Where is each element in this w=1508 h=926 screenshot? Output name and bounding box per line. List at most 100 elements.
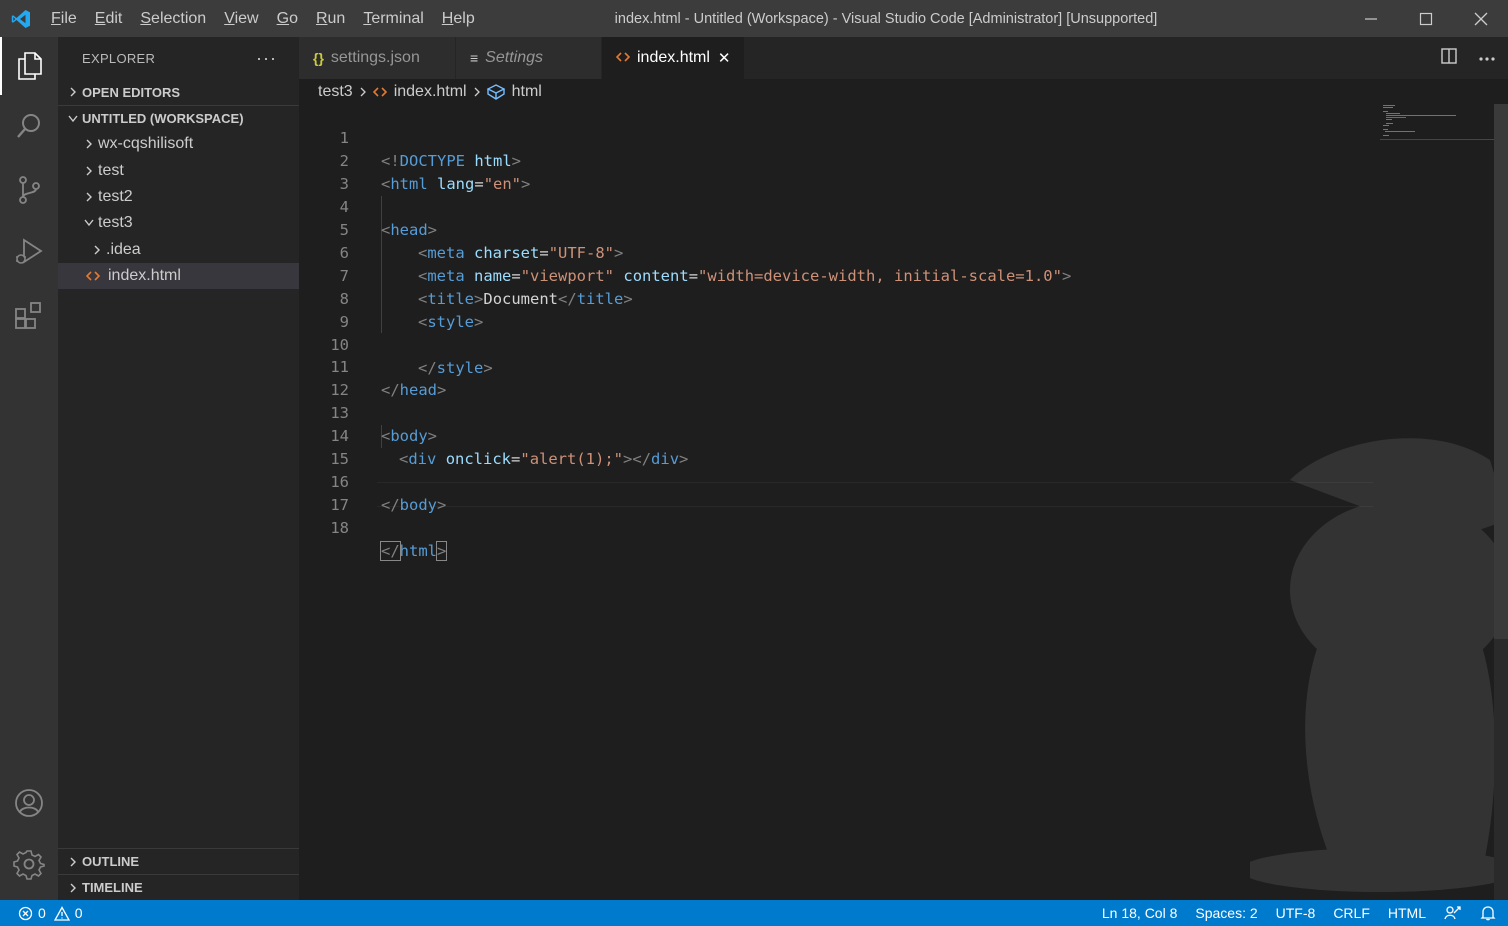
- code-line-16: 16 </body>: [330, 473, 447, 514]
- menu-edit[interactable]: Edit: [86, 0, 132, 37]
- chevron-right-icon: [64, 86, 82, 98]
- warning-icon: [53, 905, 70, 921]
- vscode-logo-icon: [0, 0, 42, 37]
- chevron-right-icon: [88, 244, 106, 256]
- timeline-section[interactable]: TIMELINE: [58, 874, 299, 900]
- tree-folder-wx-cqshilisoft[interactable]: wx-cqshilisoft: [58, 131, 299, 157]
- code-line-15: 15: [330, 450, 349, 468]
- window-title: index.html - Untitled (Workspace) - Visu…: [614, 11, 1158, 27]
- error-icon: [18, 906, 33, 921]
- window-controls: [1343, 0, 1508, 37]
- code-line-3: 3: [339, 175, 349, 193]
- maximize-icon[interactable]: [1398, 0, 1453, 37]
- extensions-icon[interactable]: [0, 286, 58, 344]
- code-line-9: 9: [339, 313, 349, 331]
- open-editors-section[interactable]: OPEN EDITORS: [58, 79, 299, 105]
- window-close-icon[interactable]: [1453, 0, 1508, 37]
- menu-help[interactable]: Help: [433, 0, 484, 37]
- explorer-sidebar: EXPLORER ··· OPEN EDITORS UNTITLED (WORK…: [58, 37, 299, 900]
- html-file-icon: [86, 270, 108, 282]
- chevron-right-icon: [473, 86, 481, 98]
- breadcrumb: test3 index.html html: [299, 79, 542, 105]
- code-line-7: 7 <title>Document</title>: [339, 267, 633, 308]
- background-watermark-image: [1240, 400, 1508, 900]
- code-line-13: 13 <body>: [330, 404, 438, 445]
- tree-folder-test2[interactable]: test2: [58, 184, 299, 210]
- code-line-8: 8 <style>: [339, 290, 484, 331]
- title-bar: File Edit Selection View Go Run Terminal…: [0, 0, 1508, 37]
- scrollbar-thumb[interactable]: [1494, 104, 1508, 639]
- indentation[interactable]: Spaces: 2: [1186, 900, 1266, 926]
- code-line-2: 2 <html lang="en">: [339, 152, 531, 193]
- editor-tab-bar: {} settings.json ≡ Settings index.html ✕: [299, 37, 1508, 79]
- menu-selection[interactable]: Selection: [131, 0, 215, 37]
- manage-gear-icon[interactable]: [0, 835, 58, 893]
- more-actions-icon[interactable]: ···: [256, 48, 277, 69]
- code-editor[interactable]: 1 <!DOCTYPE html> 2 <html lang="en"> 3 4…: [299, 104, 1374, 900]
- code-line-10: 10 </style>: [330, 336, 493, 377]
- status-right-items: Ln 18, Col 8 Spaces: 2 UTF-8 CRLF HTML: [1093, 900, 1508, 926]
- source-control-icon[interactable]: [0, 161, 58, 219]
- html-file-icon: [615, 50, 631, 66]
- problems-indicator[interactable]: 0 0: [0, 905, 83, 921]
- chevron-right-icon: [80, 165, 98, 177]
- chevron-right-icon: [359, 86, 367, 98]
- json-file-icon: {}: [313, 50, 324, 66]
- chevron-right-icon: [80, 138, 98, 150]
- tree-folder-test[interactable]: test: [58, 157, 299, 183]
- tab-settings-json[interactable]: {} settings.json: [299, 37, 456, 79]
- search-icon[interactable]: [0, 97, 58, 155]
- code-line-12: 12: [330, 381, 349, 399]
- accounts-icon[interactable]: [0, 774, 58, 832]
- code-line-11: 11 </head>: [330, 358, 447, 399]
- menu-view[interactable]: View: [215, 0, 267, 37]
- menu-bar: File Edit Selection View Go Run Terminal…: [42, 0, 484, 37]
- settings-file-icon: ≡: [470, 50, 479, 66]
- breadcrumb-symbol[interactable]: html: [512, 83, 542, 101]
- code-line-1: 1 <!DOCTYPE html>: [339, 129, 522, 170]
- menu-run[interactable]: Run: [307, 0, 354, 37]
- files-icon[interactable]: [0, 37, 58, 95]
- explorer-header: EXPLORER ···: [58, 37, 299, 79]
- bell-icon[interactable]: [1471, 900, 1508, 926]
- symbol-element-icon: [486, 84, 505, 100]
- menu-terminal[interactable]: Terminal: [354, 0, 432, 37]
- status-bar: 0 0 Ln 18, Col 8 Spaces: 2 UTF-8 CRLF HT…: [0, 900, 1508, 926]
- tree-file-index-html[interactable]: index.html: [58, 262, 299, 290]
- outline-section[interactable]: OUTLINE: [58, 848, 299, 874]
- tree-folder-idea[interactable]: .idea: [58, 237, 299, 263]
- breadcrumb-folder[interactable]: test3: [318, 83, 353, 101]
- breadcrumb-file[interactable]: index.html: [394, 83, 467, 101]
- menu-go[interactable]: Go: [268, 0, 307, 37]
- file-encoding[interactable]: UTF-8: [1267, 900, 1325, 926]
- tab-settings[interactable]: ≡ Settings: [456, 37, 602, 79]
- workspace-section[interactable]: UNTITLED (WORKSPACE): [58, 105, 299, 131]
- editor-actions: [1440, 37, 1496, 79]
- chevron-down-icon: [64, 114, 82, 124]
- chevron-right-icon: [64, 882, 82, 894]
- cursor-position[interactable]: Ln 18, Col 8: [1093, 900, 1187, 926]
- split-editor-icon[interactable]: [1440, 47, 1458, 70]
- end-of-line[interactable]: CRLF: [1324, 900, 1379, 926]
- tree-folder-test3[interactable]: test3: [58, 210, 299, 236]
- chevron-down-icon: [80, 218, 98, 228]
- code-line-5: 5 <meta charset="UTF-8">: [339, 221, 624, 262]
- more-actions-icon[interactable]: [1478, 49, 1496, 67]
- close-icon[interactable]: ✕: [718, 49, 731, 67]
- code-line-14: 14 <div onclick="alert(1);"></div>: [330, 427, 689, 468]
- menu-file[interactable]: File: [42, 0, 86, 37]
- activity-bar: [0, 37, 58, 900]
- code-line-17: 17: [330, 496, 349, 514]
- html-file-icon: [372, 86, 387, 98]
- explorer-title: EXPLORER: [82, 50, 156, 66]
- minimize-icon[interactable]: [1343, 0, 1398, 37]
- chevron-right-icon: [80, 191, 98, 203]
- code-line-6: 6 <meta name="viewport" content="width=d…: [339, 244, 1072, 285]
- tab-index-html[interactable]: index.html ✕: [602, 37, 745, 79]
- run-debug-icon[interactable]: [0, 223, 58, 281]
- minimap[interactable]: [1380, 104, 1494, 144]
- chevron-right-icon: [64, 856, 82, 868]
- code-line-18: 18 </html>: [330, 519, 448, 561]
- feedback-icon[interactable]: [1435, 900, 1471, 926]
- language-mode[interactable]: HTML: [1379, 900, 1435, 926]
